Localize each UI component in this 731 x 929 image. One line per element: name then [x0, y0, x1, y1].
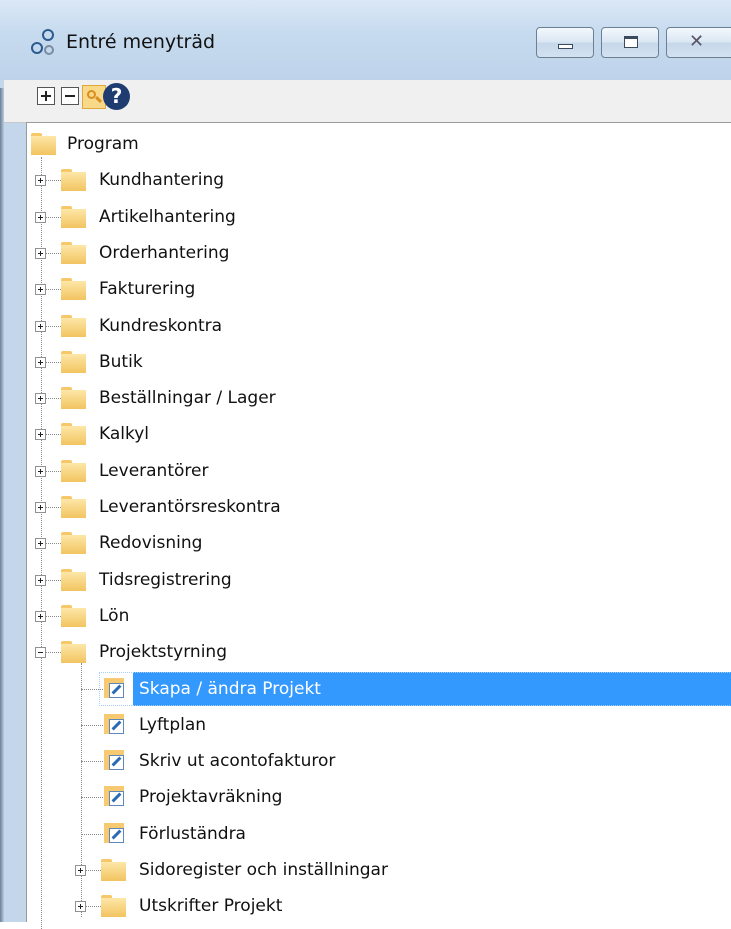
folder-icon: [61, 641, 86, 664]
tree-item[interactable]: Kalkyl: [27, 417, 731, 451]
tree-item[interactable]: Redovisning: [27, 526, 731, 560]
expand-icon[interactable]: [75, 865, 86, 876]
folder-icon: [61, 604, 86, 627]
tree-item[interactable]: Leverantörsreskontra: [27, 490, 731, 524]
tree-item-label: Sidoregister och inställningar: [139, 860, 388, 880]
tree-item-label: Kundreskontra: [99, 315, 223, 336]
tree-item-label: Kalkyl: [99, 424, 150, 445]
tree-item-label: Skriv ut acontofakturor: [139, 751, 336, 772]
tree-item[interactable]: Fakturering: [27, 272, 731, 306]
question-icon: ?: [103, 83, 130, 110]
expand-icon[interactable]: [35, 574, 46, 586]
tree-item[interactable]: Butik: [27, 345, 731, 379]
expand-icon[interactable]: [35, 211, 46, 223]
folder-icon: [61, 241, 86, 264]
tree-item[interactable]: Projektavräkning: [27, 780, 731, 814]
form-document-icon: [101, 750, 126, 774]
tree-item-label: Artikelhantering: [99, 206, 236, 227]
expand-icon[interactable]: [35, 610, 46, 622]
connector-nodes-icon: [28, 27, 58, 57]
expand-icon[interactable]: [35, 320, 46, 332]
tree-item-label: Kundhantering: [99, 170, 225, 191]
tree-item-label: Lyftplan: [139, 714, 207, 735]
tree-item[interactable]: Artikelhantering: [27, 200, 731, 234]
folder-icon: [61, 350, 86, 373]
expand-icon[interactable]: [35, 465, 46, 477]
tree-item-label: Tidsregistrering: [99, 569, 232, 590]
maximize-button[interactable]: [601, 27, 659, 58]
expand-icon[interactable]: [35, 356, 46, 368]
tree-item[interactable]: Leverantörer: [27, 454, 731, 488]
form-document-icon: [101, 677, 126, 702]
folder-icon: [61, 387, 86, 410]
tree-item-label: Leverantörer: [99, 460, 209, 481]
folder-icon: [61, 314, 86, 337]
tree-root-program[interactable]: Program: [27, 127, 731, 161]
minimize-button[interactable]: [536, 27, 594, 58]
tree-item-label: Butik: [99, 351, 143, 372]
folder-icon: [101, 859, 126, 881]
expand-icon[interactable]: [35, 247, 46, 259]
tree-item[interactable]: Orderhantering: [27, 236, 731, 270]
folder-icon: [61, 459, 86, 482]
tree-item-label: Fakturering: [99, 279, 196, 300]
tree-item[interactable]: Förluständra: [27, 817, 731, 851]
tree-item[interactable]: Utskrifter Projekt: [27, 889, 731, 923]
tree-item[interactable]: Lön: [27, 599, 731, 633]
tree-item-label: Projektavräkning: [139, 787, 283, 808]
close-icon: ✕: [689, 31, 705, 52]
tree-item-label: Utskrifter Projekt: [139, 896, 283, 917]
tree-item[interactable]: Skriv ut acontofakturor: [27, 744, 731, 778]
tree-item-label: Leverantörsreskontra: [99, 497, 281, 517]
tree-item-label: Projektstyrning: [99, 642, 227, 663]
expand-icon[interactable]: [35, 175, 46, 187]
form-document-icon: [101, 786, 126, 810]
title-bar[interactable]: Entré menyträd ✕: [0, 0, 731, 80]
tree-item-label: Förluständra: [139, 823, 246, 844]
tree-item-label: Lön: [99, 605, 130, 626]
expand-icon[interactable]: [35, 284, 46, 296]
folder-icon: [101, 895, 126, 918]
maximize-icon: [624, 36, 638, 48]
menu-tree[interactable]: Program Kundhantering Artikelhantering Orde…: [26, 122, 731, 929]
tree-item[interactable]: Tidsregistrering: [27, 563, 731, 597]
form-document-icon: [101, 822, 126, 847]
collapse-icon[interactable]: [35, 647, 46, 659]
folder-icon: [61, 496, 86, 518]
window-title: Entré menyträd: [66, 31, 216, 53]
toolbar: ?: [4, 80, 731, 123]
help-button[interactable]: ?: [102, 82, 130, 110]
window-left-border: [0, 88, 4, 922]
expand-icon[interactable]: [35, 502, 46, 513]
tree-item[interactable]: Lyftplan: [27, 708, 731, 742]
folder-icon: [61, 278, 86, 301]
folder-icon: [61, 568, 86, 591]
tree-item[interactable]: Skapa / ändra Projekt: [27, 671, 731, 706]
tree-item[interactable]: Beställningar / Lager: [27, 381, 731, 415]
expand-icon[interactable]: [35, 429, 46, 441]
tree-item[interactable]: Sidoregister och inställningar: [27, 853, 731, 887]
expand-icon[interactable]: [35, 393, 46, 405]
folder-icon: [61, 169, 86, 192]
folder-icon: [61, 205, 86, 228]
folder-icon: [61, 532, 86, 555]
tree-item-label: Beställningar / Lager: [99, 388, 276, 409]
tree-item[interactable]: Kundreskontra: [27, 309, 731, 343]
minimize-icon: [558, 44, 573, 49]
expand-icon[interactable]: [35, 538, 46, 550]
tree-item-label: Program: [67, 134, 139, 154]
folder-icon: [61, 423, 86, 446]
tree-item-label: Redovisning: [99, 533, 203, 554]
form-document-icon: [101, 713, 126, 738]
expand-icon[interactable]: [75, 901, 86, 913]
folder-icon: [31, 133, 56, 155]
tree-item-label: Orderhantering: [99, 242, 230, 263]
close-button[interactable]: ✕: [666, 27, 731, 58]
tree-item[interactable]: Kundhantering: [27, 163, 731, 197]
tree-item[interactable]: Projektstyrning: [27, 635, 731, 669]
tree-item-label: Skapa / ändra Projekt: [139, 678, 321, 699]
